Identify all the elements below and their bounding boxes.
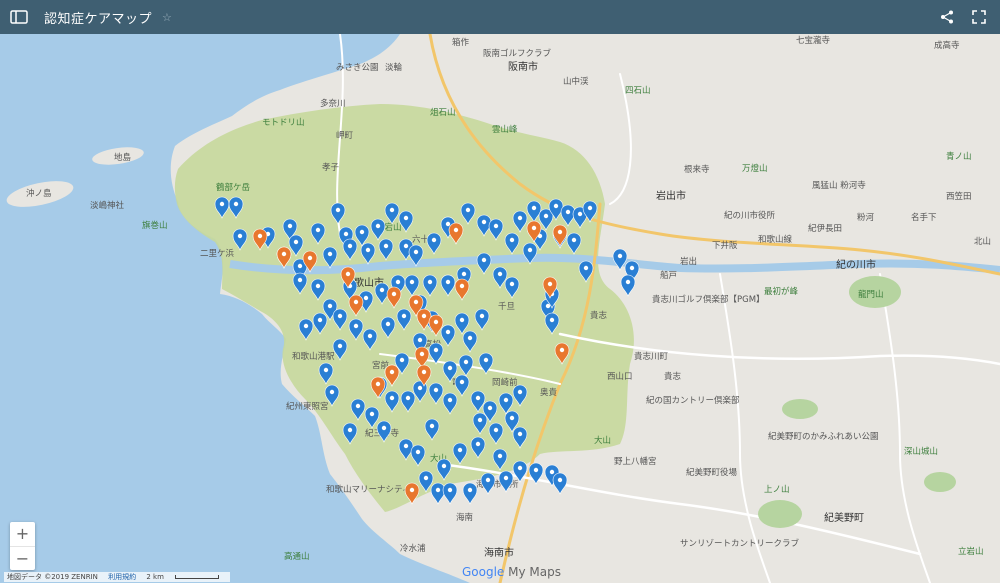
label-fudouji: 風猛山 粉河寺 [812,180,866,191]
google-logo: Google [462,565,505,579]
label-yamanaka: 山中渓 [563,76,589,87]
share-icon[interactable] [940,10,954,24]
header-actions [940,10,986,24]
label-seikouji: 成高寺 [934,40,960,51]
label-okinoshima: 沖ノ島 [26,188,52,199]
label-manzoyama: 万燈山 [742,163,768,174]
label-gyou: 奥貴 [540,387,558,398]
label-kaiji: 旗巻山 [142,220,168,231]
fullscreen-icon[interactable] [972,10,986,24]
label-meotoyama: 名手下 [911,212,937,223]
label-ryumonzan: 龍門山 [858,289,884,300]
label-reisui: 冷水浦 [400,543,426,554]
label-kimino-office: 紀美野町役場 [686,467,738,478]
label-hannan-golf: 阪南ゴルフクラブ [483,48,552,59]
label-shiseki: 四石山 [625,85,651,96]
label-kishi2: 貴志川町 [634,351,669,362]
label-kaisan-peak: 大山 [594,435,611,446]
map-canvas[interactable]: 箱作 阪南ゴルフクラブ 阪南市 七宝瀧寺 成高寺 みさき公園 淡輪 多奈川 モト… [0,34,1000,583]
map-title: 認知症ケアマップ [44,11,153,27]
mymaps-label: My Maps [508,565,562,579]
label-kitayama: 北山 [974,236,991,247]
label-nishikasada: 西笠田 [946,191,972,202]
label-kimiinoshi: 紀の国カントリー倶楽部 [646,395,740,406]
label-noshi: 野上八幡宮 [614,456,657,467]
label-iwade: 岩出市 [656,189,686,202]
label-kinokawa-line: 和歌山線 [758,234,793,245]
label-shimoi: 下井阪 [712,240,738,251]
google-mymaps-logo: Google My Maps [462,565,561,579]
label-funato: 船戸 [660,270,677,281]
label-kinokawa-city: 紀の川市 [836,258,876,271]
label-yoshidaike: 最初が峰 [764,286,799,297]
title-bar: 認知症ケアマップ ☆ [0,0,1000,34]
label-koshien: 孝子 [322,163,340,173]
label-iwadeeki: 岩出 [680,256,697,267]
label-chiyoshi: 千旦 [498,301,515,312]
zoom-out-button[interactable]: − [10,546,35,571]
label-marina: 和歌山マリーナシティ [326,484,411,495]
label-shiosaki: 紀州東照宮 [286,401,329,412]
map-data-credit: 地図データ ©2019 ZENRIN [7,573,98,581]
terms-link[interactable]: 利用規約 [108,573,136,581]
label-kigyoku-golf: 貴志川ゴルフ倶楽部【PGM】 [652,294,765,305]
label-koya: 根来寺 [684,164,710,175]
label-sonoshiro: 雲山峰 [492,124,518,135]
label-kumo: 上ノ山 [764,484,790,495]
label-aoyama: 青ノ山 [946,151,972,162]
label-iwaoka: 立岩山 [958,546,984,557]
label-misaki-park: みさき公園 [336,63,379,73]
star-icon[interactable]: ☆ [162,11,172,24]
label-awaji: 淡輪 [385,62,403,73]
label-motodori: モトドリ山 [262,117,305,128]
label-kimino-town: 紀美野町 [824,511,864,524]
label-jinoshima: 地島 [114,152,132,163]
label-awashima: 淡嶋神社 [90,200,125,211]
map-attribution: 地図データ ©2019 ZENRIN 利用規約 2 km [4,572,230,582]
label-chishimayama: 俎石山 [430,107,456,118]
label-kinokawa-office: 紀の川市役所 [724,210,776,221]
label-nanatoki: 七宝瀧寺 [796,35,831,46]
label-kokawa: 粉河 [857,212,875,223]
label-kimino-hall: 紀美野町のかみふれあい公園 [768,431,879,442]
label-kainan-city: 海南市 [484,546,514,559]
label-misaki: 岬町 [336,131,354,141]
label-hannan-city: 阪南市 [508,60,538,73]
label-kishi: 貴志 [590,310,608,321]
label-tanowa: 多奈川 [320,98,346,109]
zoom-in-button[interactable]: + [10,522,35,546]
zoom-control: + − [10,522,35,570]
label-kumatori: 箱作 [452,37,470,48]
label-omikami: 岡崎前 [492,377,518,388]
label-tsurubeisuku: 鶴部ケ岳 [216,182,251,193]
label-kainan: 海南 [456,512,473,523]
scale-label: 2 km [146,573,164,581]
label-futago: 二里ケ浜 [200,248,235,259]
scale-bar [174,575,219,579]
label-cc: サンリゾートカントリークラブ [680,538,800,549]
label-kishigawa: 紀伊長田 [808,223,842,234]
label-nishiyama: 西山口 [607,371,633,382]
sidebar-toggle-icon[interactable] [10,10,28,24]
label-wakayama-port: 和歌山港駅 [292,351,335,362]
label-takazuka: 高通山 [284,551,310,562]
map-app: 認知症ケアマップ ☆ 箱作 阪南ゴルフクラブ 阪南市 七宝瀧寺 成高寺 みさき公… [0,0,1000,583]
label-fukayama: 深山城山 [904,446,938,457]
label-kishi3: 貴志 [664,371,682,382]
